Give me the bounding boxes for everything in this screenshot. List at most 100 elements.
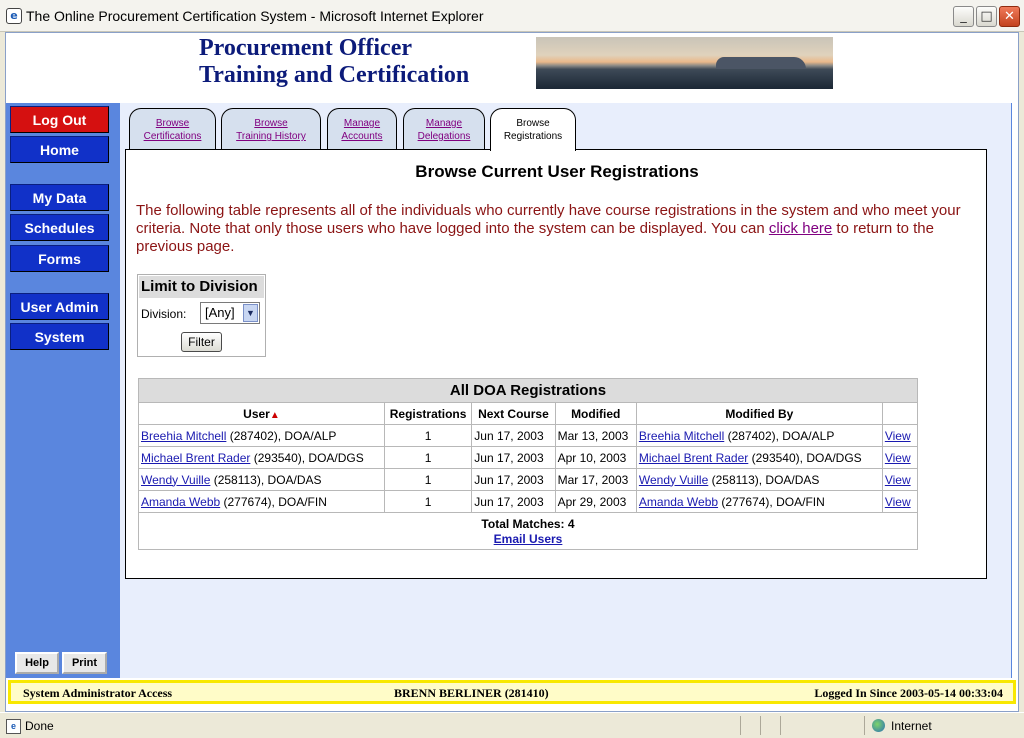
internet-zone-icon bbox=[872, 719, 885, 732]
security-zone: Internet bbox=[891, 719, 932, 733]
sort-ascending-icon: ▲ bbox=[269, 409, 280, 421]
chevron-down-icon[interactable]: ▼ bbox=[243, 304, 258, 322]
tab-manage-accounts[interactable]: Manage Accounts bbox=[327, 108, 397, 150]
action-cell: View bbox=[881, 446, 919, 469]
tab-manage-delegations[interactable]: Manage Delegations bbox=[403, 108, 485, 150]
user-link[interactable]: Michael Brent Rader bbox=[141, 451, 250, 465]
user-cell: Amanda Webb (277674), DOA/FIN bbox=[138, 490, 385, 513]
view-link[interactable]: View bbox=[885, 495, 911, 509]
next-course-cell: Jun 17, 2003 bbox=[471, 490, 556, 513]
schedules-button[interactable]: Schedules bbox=[10, 214, 109, 241]
modified-by-details: (277674), DOA/FIN bbox=[718, 494, 825, 509]
modified-by-cell: Wendy Vuille (258113), DOA/DAS bbox=[635, 468, 883, 491]
minimize-icon[interactable]: _ bbox=[953, 6, 974, 27]
user-cell: Michael Brent Rader (293540), DOA/DGS bbox=[138, 446, 385, 469]
column-header-modified: Modified bbox=[554, 402, 637, 425]
user-details: (277674), DOA/FIN bbox=[220, 494, 327, 509]
email-users-link[interactable]: Email Users bbox=[494, 532, 563, 546]
status-divider bbox=[780, 716, 781, 735]
tab-label-line1: Browse bbox=[155, 118, 190, 129]
tab-label-line2: Training History bbox=[236, 131, 306, 142]
division-select[interactable]: [Any] ▼ bbox=[200, 302, 260, 324]
modified-cell: Mar 17, 2003 bbox=[554, 468, 637, 491]
modified-by-link[interactable]: Amanda Webb bbox=[639, 495, 718, 509]
browser-status-bar: e Done Internet bbox=[0, 712, 1024, 738]
status-done: Done bbox=[25, 719, 54, 733]
status-divider bbox=[740, 716, 741, 735]
modified-cell: Apr 10, 2003 bbox=[554, 446, 637, 469]
action-cell: View bbox=[881, 468, 919, 491]
modified-by-cell: Michael Brent Rader (293540), DOA/DGS bbox=[635, 446, 883, 469]
close-icon[interactable]: ✕ bbox=[999, 6, 1020, 27]
table-caption: All DOA Registrations bbox=[138, 378, 918, 403]
action-cell: View bbox=[881, 490, 919, 513]
banner-title-line1: Procurement Officer bbox=[199, 35, 413, 61]
my-data-button[interactable]: My Data bbox=[10, 184, 109, 211]
tab-label-line1: Browse bbox=[516, 118, 550, 129]
action-cell: View bbox=[881, 424, 919, 447]
forms-button[interactable]: Forms bbox=[10, 245, 109, 272]
column-header-modified-by: Modified By bbox=[635, 402, 883, 425]
registrations-cell: 1 bbox=[383, 424, 473, 447]
table-row: Michael Brent Rader (293540), DOA/DGS 1 … bbox=[138, 446, 919, 469]
modified-by-details: (293540), DOA/DGS bbox=[748, 450, 862, 465]
tab-browse-registrations[interactable]: Browse Registrations bbox=[490, 108, 576, 151]
access-level: System Administrator Access bbox=[23, 686, 173, 700]
filter-button[interactable]: Filter bbox=[181, 332, 222, 352]
column-header-action bbox=[881, 402, 919, 425]
main-panel: Browse Current User Registrations The fo… bbox=[125, 149, 987, 579]
tab-label-line2: Accounts bbox=[341, 131, 383, 142]
view-link[interactable]: View bbox=[885, 473, 911, 487]
print-button[interactable]: Print bbox=[62, 652, 107, 674]
status-divider bbox=[864, 716, 865, 735]
help-button[interactable]: Help bbox=[15, 652, 59, 674]
view-link[interactable]: View bbox=[885, 451, 911, 465]
table-footer: Total Matches: 4 Email Users bbox=[138, 512, 918, 550]
system-button[interactable]: System bbox=[10, 323, 109, 350]
table-row: Amanda Webb (277674), DOA/FIN 1 Jun 17, … bbox=[138, 490, 919, 513]
user-details: (293540), DOA/DGS bbox=[250, 450, 364, 465]
user-details: (258113), DOA/DAS bbox=[210, 472, 322, 487]
column-header-registrations: Registrations bbox=[383, 402, 473, 425]
modified-by-link[interactable]: Breehia Mitchell bbox=[639, 429, 724, 443]
division-filter: Limit to Division Division: [Any] ▼ Filt… bbox=[137, 274, 266, 357]
banner-title-line2: Training and Certification bbox=[199, 62, 470, 88]
column-header-user[interactable]: User▲ bbox=[138, 402, 385, 425]
modified-by-link[interactable]: Wendy Vuille bbox=[639, 473, 708, 487]
table-row: Wendy Vuille (258113), DOA/DAS 1 Jun 17,… bbox=[138, 468, 919, 491]
modified-by-link[interactable]: Michael Brent Rader bbox=[639, 451, 748, 465]
banner-landscape-image bbox=[536, 37, 833, 89]
user-link[interactable]: Wendy Vuille bbox=[141, 473, 210, 487]
logout-button[interactable]: Log Out bbox=[10, 106, 109, 133]
total-matches: Total Matches: 4 bbox=[481, 517, 575, 531]
modified-by-cell: Breehia Mitchell (287402), DOA/ALP bbox=[635, 424, 883, 447]
header-label: User bbox=[243, 406, 270, 421]
user-admin-button[interactable]: User Admin bbox=[10, 293, 109, 320]
current-user: BRENN BERLINER (281410) bbox=[394, 686, 549, 700]
tab-label-line2: Delegations bbox=[417, 131, 471, 142]
user-link[interactable]: Breehia Mitchell bbox=[141, 429, 226, 443]
next-course-cell: Jun 17, 2003 bbox=[471, 424, 556, 447]
maximize-icon[interactable]: □ bbox=[976, 6, 997, 27]
tab-browse-certifications[interactable]: Browse Certifications bbox=[129, 108, 216, 150]
intro-text: The following table represents all of th… bbox=[136, 202, 976, 256]
table-row: Breehia Mitchell (287402), DOA/ALP 1 Jun… bbox=[138, 424, 919, 447]
return-link[interactable]: click here bbox=[769, 220, 832, 237]
user-link[interactable]: Amanda Webb bbox=[141, 495, 220, 509]
window-title: The Online Procurement Certification Sys… bbox=[26, 8, 484, 24]
registrations-table: All DOA Registrations User▲ Registration… bbox=[138, 378, 919, 550]
user-cell: Breehia Mitchell (287402), DOA/ALP bbox=[138, 424, 385, 447]
registrations-cell: 1 bbox=[383, 446, 473, 469]
site-banner: Procurement Officer Training and Certifi… bbox=[6, 33, 1018, 101]
division-selected-value: [Any] bbox=[205, 305, 235, 320]
home-button[interactable]: Home bbox=[10, 136, 109, 163]
tab-label-line2: Registrations bbox=[503, 131, 563, 142]
tab-label-line1: Browse bbox=[254, 118, 288, 129]
registrations-cell: 1 bbox=[383, 468, 473, 491]
user-cell: Wendy Vuille (258113), DOA/DAS bbox=[138, 468, 385, 491]
tab-browse-training-history[interactable]: Browse Training History bbox=[221, 108, 321, 150]
view-link[interactable]: View bbox=[885, 429, 911, 443]
tab-label-line2: Certifications bbox=[143, 131, 202, 142]
page-done-icon: e bbox=[6, 719, 21, 734]
modified-by-cell: Amanda Webb (277674), DOA/FIN bbox=[635, 490, 883, 513]
